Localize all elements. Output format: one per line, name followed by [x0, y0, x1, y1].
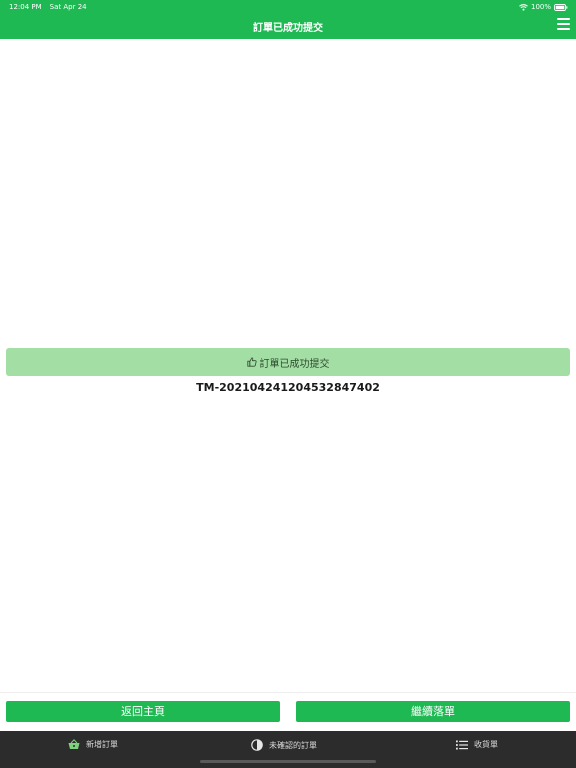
order-submitted-screen: 12:04 PM Sat Apr 24 100% 訂單已成功提交 訂單已成功提交…: [0, 0, 576, 768]
home-indicator: [200, 760, 376, 763]
status-bar: 12:04 PM Sat Apr 24 100%: [0, 0, 576, 14]
status-left: 12:04 PM Sat Apr 24: [9, 0, 87, 14]
tab-new-order[interactable]: 新增訂單: [68, 739, 118, 750]
divider: [0, 692, 576, 693]
status-right: 100%: [519, 0, 568, 14]
half-circle-icon: [251, 739, 263, 751]
nav-bar: 訂單已成功提交: [0, 14, 576, 39]
order-number: TM-202104241204532847402: [196, 381, 380, 394]
hamburger-menu-icon[interactable]: [557, 18, 570, 30]
header: 12:04 PM Sat Apr 24 100% 訂單已成功提交: [0, 0, 576, 39]
tab-receipts[interactable]: 收貨單: [456, 739, 498, 750]
battery-icon: [554, 3, 568, 11]
tab-label: 未確認的訂單: [269, 740, 317, 750]
status-date: Sat Apr 24: [49, 3, 87, 11]
thumbs-up-icon: [246, 357, 257, 367]
back-home-button[interactable]: 返回主頁: [6, 701, 280, 722]
status-time: 12:04 PM: [9, 3, 42, 11]
tab-label: 收貨單: [474, 740, 498, 749]
success-banner: 訂單已成功提交: [6, 348, 570, 376]
list-icon: [456, 740, 468, 750]
wifi-icon: [519, 3, 528, 11]
page-title: 訂單已成功提交: [253, 23, 323, 34]
battery-percent: 100%: [530, 3, 551, 11]
basket-icon: [68, 739, 80, 750]
tab-label: 新增訂單: [86, 740, 118, 749]
success-banner-text: 訂單已成功提交: [259, 358, 330, 370]
continue-order-button[interactable]: 繼續落單: [296, 701, 570, 722]
tab-unconfirmed-orders[interactable]: 未確認的訂單: [251, 739, 317, 751]
